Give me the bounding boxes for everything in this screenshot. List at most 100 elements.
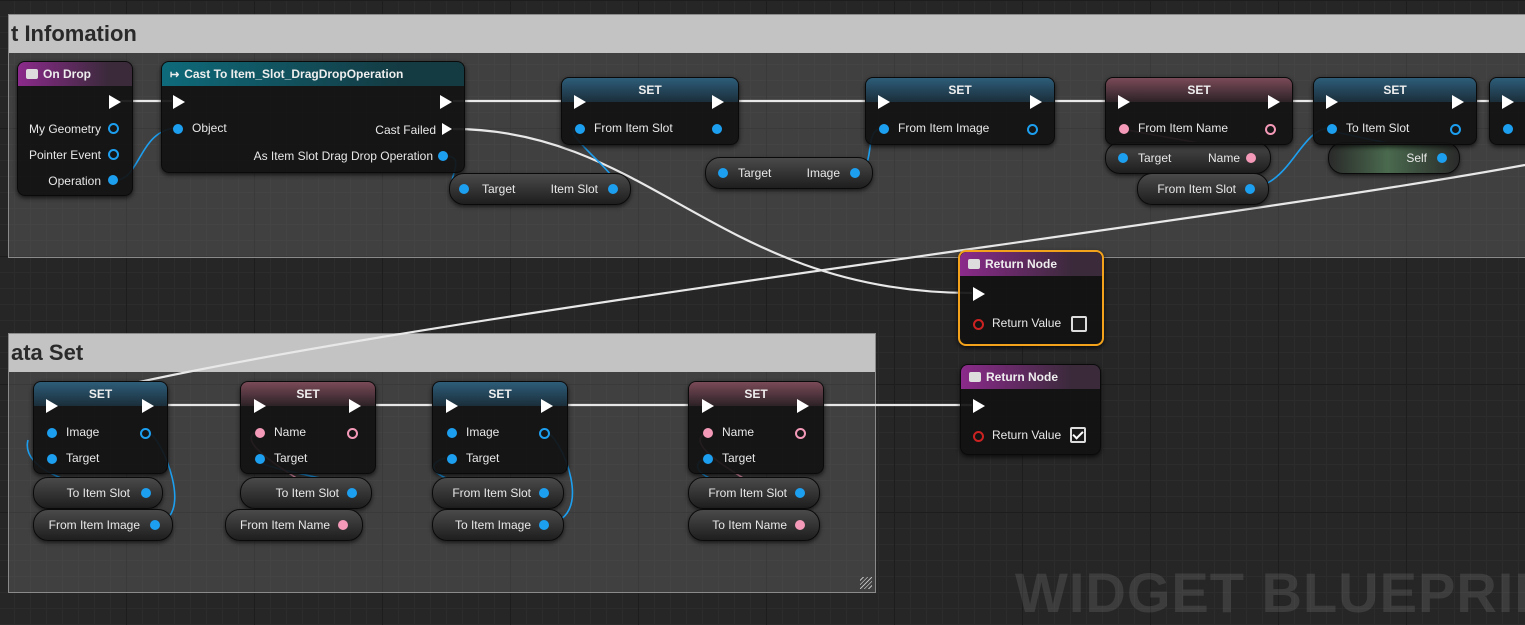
value-pin[interactable] — [795, 520, 805, 530]
return-value-pin[interactable] — [973, 319, 984, 330]
value-in-pin[interactable] — [1503, 124, 1513, 134]
exec-in-pin[interactable] — [973, 399, 985, 413]
getter-to-item-name[interactable]: To Item Name — [688, 509, 820, 541]
exec-in-pin[interactable] — [46, 399, 58, 413]
exec-out-pin[interactable] — [349, 399, 361, 413]
getter-item-slot[interactable]: Target Item Slot — [449, 173, 631, 205]
exec-in-pin[interactable] — [1502, 95, 1514, 109]
my-geometry-pin[interactable] — [108, 123, 119, 134]
value-pin[interactable] — [141, 488, 151, 498]
getter-from-item-slot[interactable]: From Item Slot — [688, 477, 820, 509]
exec-out-pin[interactable] — [1268, 95, 1280, 109]
value-pin[interactable] — [1246, 153, 1256, 163]
set-from-item-image-node[interactable]: SET From Item Image — [865, 77, 1055, 145]
value-pin[interactable] — [795, 488, 805, 498]
exec-in-pin[interactable] — [173, 95, 185, 109]
value-out-pin[interactable] — [712, 124, 722, 134]
on-drop-event-node[interactable]: On Drop My Geometry Pointer Event Operat… — [17, 61, 133, 196]
target-pin[interactable] — [1118, 153, 1128, 163]
getter-from-item-slot[interactable]: From Item Slot — [432, 477, 564, 509]
return-value-pin[interactable] — [973, 431, 984, 442]
exec-out-pin[interactable] — [440, 95, 452, 109]
exec-in-pin[interactable] — [1118, 95, 1130, 109]
set-name-node-2[interactable]: SET Name Target — [688, 381, 824, 474]
exec-out-pin[interactable] — [797, 399, 809, 413]
value-out-pin[interactable] — [347, 428, 358, 439]
pointer-event-pin[interactable] — [108, 149, 119, 160]
target-pin[interactable] — [47, 454, 57, 464]
cast-node[interactable]: ↦ Cast To Item_Slot_DragDropOperation Obj… — [161, 61, 465, 173]
getter-name[interactable]: Target Name — [1105, 142, 1271, 174]
set-to-item-slot-node[interactable]: SET To Item Slot — [1313, 77, 1477, 145]
exec-in-pin[interactable] — [878, 95, 890, 109]
target-pin[interactable] — [255, 454, 265, 464]
value-in-pin[interactable] — [1119, 124, 1129, 134]
exec-in-pin[interactable] — [1326, 95, 1338, 109]
exec-out-pin[interactable] — [1452, 95, 1464, 109]
value-in-pin[interactable] — [703, 428, 713, 438]
set-node-partial[interactable] — [1489, 77, 1525, 145]
value-in-pin[interactable] — [575, 124, 585, 134]
value-pin[interactable] — [608, 184, 618, 194]
exec-in-pin[interactable] — [254, 399, 266, 413]
value-pin[interactable] — [150, 520, 160, 530]
target-pin[interactable] — [703, 454, 713, 464]
getter-from-item-name[interactable]: From Item Name — [225, 509, 363, 541]
value-pin[interactable] — [338, 520, 348, 530]
value-in-pin[interactable] — [255, 428, 265, 438]
exec-out-pin[interactable] — [1030, 95, 1042, 109]
value-pin[interactable] — [850, 168, 860, 178]
value-in-pin[interactable] — [447, 428, 457, 438]
set-from-item-slot-node[interactable]: SET From Item Slot — [561, 77, 739, 145]
return-node-false[interactable]: Return Node Return Value — [958, 250, 1104, 346]
exec-out-pin[interactable] — [712, 95, 724, 109]
operation-pin[interactable] — [108, 175, 118, 185]
target-pin[interactable] — [447, 454, 457, 464]
pin-label-return-value: Return Value — [992, 316, 1062, 330]
getter-to-item-image[interactable]: To Item Image — [432, 509, 564, 541]
value-pin[interactable] — [539, 520, 549, 530]
cast-failed-exec-pin[interactable] — [442, 123, 452, 135]
set-name-node-1[interactable]: SET Name Target — [240, 381, 376, 474]
value-out-pin[interactable] — [795, 428, 806, 439]
target-pin[interactable] — [718, 168, 728, 178]
set-image-node-2[interactable]: SET Image Target — [432, 381, 568, 474]
pin-label-target: Target — [482, 182, 516, 196]
value-out-pin[interactable] — [140, 428, 151, 439]
getter-image[interactable]: Target Image — [705, 157, 873, 189]
exec-in-pin[interactable] — [446, 399, 458, 413]
return-value-checkbox[interactable] — [1071, 316, 1087, 332]
exec-in-pin[interactable] — [973, 287, 985, 301]
self-pin[interactable] — [1437, 153, 1447, 163]
exec-out-pin[interactable] — [541, 399, 553, 413]
value-out-pin[interactable] — [1450, 124, 1461, 135]
value-pin[interactable] — [539, 488, 549, 498]
set-image-node[interactable]: SET Image Target — [33, 381, 168, 474]
pin-label-target: Target — [66, 451, 100, 465]
value-out-pin[interactable] — [1027, 124, 1038, 135]
value-in-pin[interactable] — [879, 124, 889, 134]
return-node-true[interactable]: Return Node Return Value — [960, 364, 1101, 455]
value-out-pin[interactable] — [1265, 124, 1276, 135]
value-pin[interactable] — [1245, 184, 1255, 194]
self-node[interactable]: Self — [1328, 142, 1460, 174]
value-in-pin[interactable] — [47, 428, 57, 438]
target-pin[interactable] — [459, 184, 469, 194]
value-in-pin[interactable] — [1327, 124, 1337, 134]
exec-out-pin[interactable] — [142, 399, 154, 413]
pin-label-as-output: As Item Slot Drag Drop Operation — [253, 149, 433, 163]
return-value-checkbox[interactable] — [1070, 427, 1086, 443]
value-pin[interactable] — [347, 488, 357, 498]
pin-label-object: Object — [192, 121, 227, 135]
exec-in-pin[interactable] — [702, 399, 714, 413]
getter-from-item-slot[interactable]: From Item Slot — [1137, 173, 1269, 205]
object-pin[interactable] — [173, 124, 183, 134]
getter-from-item-image[interactable]: From Item Image — [33, 509, 173, 541]
as-output-pin[interactable] — [438, 151, 448, 161]
value-out-pin[interactable] — [539, 428, 550, 439]
getter-to-item-slot[interactable]: To Item Slot — [33, 477, 163, 509]
set-from-item-name-node[interactable]: SET From Item Name — [1105, 77, 1293, 145]
exec-in-pin[interactable] — [574, 95, 586, 109]
getter-to-item-slot[interactable]: To Item Slot — [240, 477, 372, 509]
exec-out-pin[interactable] — [109, 95, 121, 109]
